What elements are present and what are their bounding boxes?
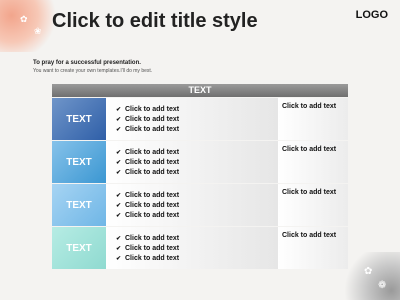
list-item: ✔ Click to add text xyxy=(116,169,180,176)
list-item: ✔ Click to add text xyxy=(116,149,180,156)
row-side-text[interactable]: Click to add text xyxy=(278,227,348,269)
slide-subtitle[interactable]: To pray for a successful presentation. xyxy=(33,60,141,66)
list-item: ✔ Click to add text xyxy=(116,212,180,219)
flower-icon: ❀ xyxy=(34,26,42,36)
row-label[interactable]: TEXT xyxy=(52,184,106,226)
row-side-text[interactable]: Click to add text xyxy=(278,184,348,226)
table-row: TEXT ✔ Click to add text ✔ Click to add te… xyxy=(52,141,348,183)
row-list[interactable]: ✔ Click to add text ✔ Click to add text ✔ C… xyxy=(106,141,278,183)
list-item: ✔ Click to add text xyxy=(116,126,180,133)
check-icon: ✔ xyxy=(116,193,122,199)
check-icon: ✔ xyxy=(116,150,122,156)
check-icon: ✔ xyxy=(116,117,122,123)
row-label[interactable]: TEXT xyxy=(52,141,106,183)
list-item: ✔ Click to add text xyxy=(116,106,180,113)
check-icon: ✔ xyxy=(116,203,122,209)
top-left-flower-decoration: ✿ ❀ xyxy=(0,0,58,52)
table-row: TEXT ✔ Click to add text ✔ Click to add te… xyxy=(52,227,348,269)
list-item: ✔ Click to add text xyxy=(116,116,180,123)
table-row: TEXT ✔ Click to add text ✔ Click to add te… xyxy=(52,184,348,226)
check-icon: ✔ xyxy=(116,160,122,166)
check-icon: ✔ xyxy=(116,246,122,252)
check-icon: ✔ xyxy=(116,170,122,176)
row-label[interactable]: TEXT xyxy=(52,227,106,269)
row-side-text[interactable]: Click to add text xyxy=(278,141,348,183)
list-item: ✔ Click to add text xyxy=(116,235,180,242)
slide-title[interactable]: Click to edit title style xyxy=(52,10,258,33)
list-item: ✔ Click to add text xyxy=(116,255,180,262)
row-label[interactable]: TEXT xyxy=(52,98,106,140)
logo: LOGO xyxy=(355,9,388,21)
check-icon: ✔ xyxy=(116,127,122,133)
table-header[interactable]: TEXT xyxy=(52,84,348,97)
flower-icon: ❁ xyxy=(378,280,387,291)
row-list[interactable]: ✔ Click to add text ✔ Click to add text ✔ C… xyxy=(106,98,278,140)
flower-icon: ✿ xyxy=(20,14,28,24)
row-list[interactable]: ✔ Click to add text ✔ Click to add text ✔ C… xyxy=(106,227,278,269)
bottom-right-flower-decoration: ✿ ❁ xyxy=(342,252,400,300)
list-item: ✔ Click to add text xyxy=(116,159,180,166)
slide-subtext[interactable]: You want to create your own templates.I'… xyxy=(33,68,152,74)
list-item: ✔ Click to add text xyxy=(116,245,180,252)
list-item: ✔ Click to add text xyxy=(116,192,180,199)
list-item: ✔ Click to add text xyxy=(116,202,180,209)
check-icon: ✔ xyxy=(116,236,122,242)
check-icon: ✔ xyxy=(116,213,122,219)
check-icon: ✔ xyxy=(116,107,122,113)
row-list[interactable]: ✔ Click to add text ✔ Click to add text ✔ C… xyxy=(106,184,278,226)
table-row: TEXT ✔ Click to add text ✔ Click to add te… xyxy=(52,98,348,140)
flower-icon: ✿ xyxy=(364,266,373,277)
row-side-text[interactable]: Click to add text xyxy=(278,98,348,140)
content-table: TEXT TEXT ✔ Click to add text ✔ Click to a… xyxy=(52,84,348,269)
check-icon: ✔ xyxy=(116,256,122,262)
